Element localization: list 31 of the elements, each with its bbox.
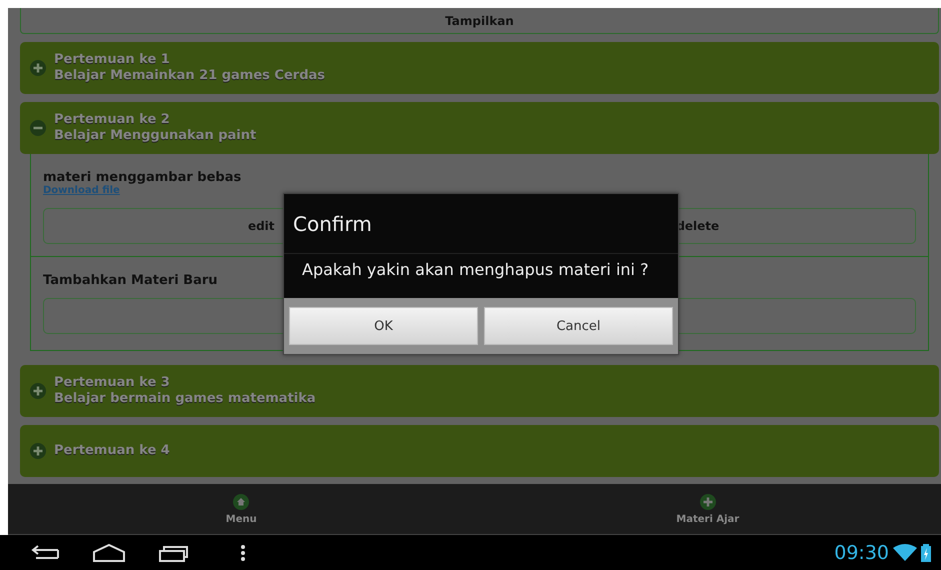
plus-icon [30,60,46,76]
dialog-message: Apakah yakin akan menghapus materi ini ? [301,259,650,281]
home-icon [233,494,250,510]
add-material-label: Tambahkan Materi Baru [43,273,218,288]
dialog-button[interactable]: OK [289,307,478,345]
show-button[interactable]: Tampilkan [437,8,522,33]
meeting-subtitle: Belajar bermain games matematika [54,391,316,407]
meeting-title: Pertemuan ke 1 [54,52,171,68]
meeting-title: Pertemuan ke 2 [54,112,171,128]
minus-icon [30,120,46,136]
meeting-subtitle: Belajar Memainkan 21 games Cerdas [54,68,326,84]
meeting-title: Pertemuan ke 3 [54,375,171,391]
wifi-icon [893,544,917,562]
meeting-title: Pertemuan ke 4 [54,443,170,459]
meeting-header[interactable]: Pertemuan ke 1 Belajar Memainkan 21 games Cerdas [20,42,939,94]
meeting-header[interactable]: Pertemuan ke 3 Belajar bermain games matematika [20,365,939,417]
menu-icon[interactable] [240,542,246,562]
meeting-header[interactable]: Pertemuan ke 4 [20,425,939,477]
battery-icon [921,544,931,562]
home-icon[interactable] [92,542,126,562]
material-title: materi menggambar bebas [43,170,242,185]
dialog-title: Confirm [284,194,678,254]
plus-icon [700,494,716,510]
clock-time: 09:30 [834,542,889,564]
meeting-subtitle: Belajar Menggunakan paint [54,128,256,144]
nav-item[interactable]: Materi Ajar [474,484,941,534]
dialog-button[interactable]: Cancel [484,307,673,345]
meeting-header[interactable]: Pertemuan ke 2 Belajar Menggunakan paint [20,102,939,154]
plus-icon [30,443,46,459]
nav-item[interactable]: Menu [8,484,474,534]
plus-icon [30,383,46,399]
